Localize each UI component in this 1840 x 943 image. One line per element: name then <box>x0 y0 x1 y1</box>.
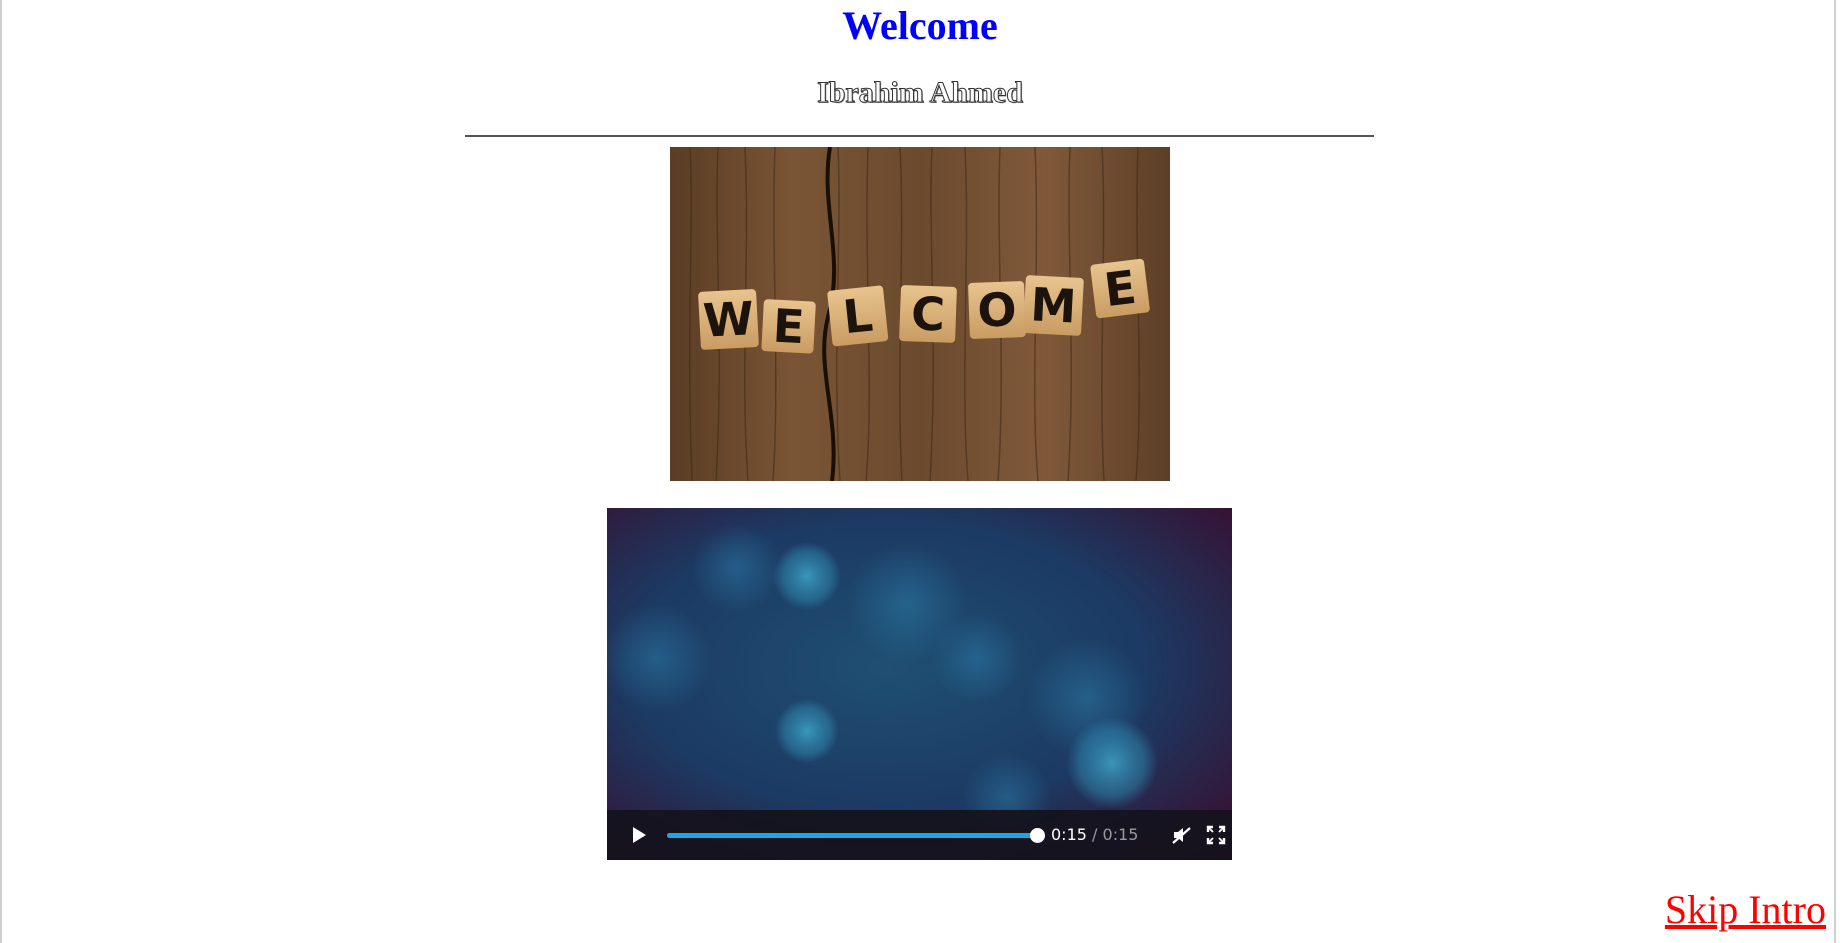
time-display: 0:15 / 0:15 <box>1051 825 1138 845</box>
current-time: 0:15 <box>1051 825 1087 844</box>
welcome-image: W E L C O M E <box>670 147 1170 481</box>
video-player[interactable]: 0:15 / 0:15 <box>607 508 1232 860</box>
video-frame <box>607 508 1232 860</box>
svg-text:E: E <box>1101 260 1139 317</box>
author-name: Ibrahim Ahmed <box>817 76 1024 110</box>
svg-text:M: M <box>1029 277 1078 333</box>
mute-button[interactable] <box>1170 823 1194 847</box>
video-controls: 0:15 / 0:15 <box>607 810 1232 860</box>
svg-text:E: E <box>771 299 805 355</box>
duration: 0:15 <box>1102 825 1139 844</box>
play-button[interactable] <box>626 823 650 847</box>
fullscreen-icon <box>1206 825 1226 845</box>
time-separator: / <box>1092 825 1098 844</box>
svg-text:L: L <box>840 288 875 345</box>
divider <box>465 135 1374 137</box>
progress-thumb[interactable] <box>1030 828 1045 843</box>
muted-speaker-icon <box>1172 827 1191 844</box>
svg-text:O: O <box>976 282 1017 337</box>
svg-text:W: W <box>702 291 756 348</box>
fullscreen-button[interactable] <box>1204 823 1228 847</box>
progress-fill <box>667 833 1037 838</box>
skip-intro-link[interactable]: Skip Intro <box>1665 888 1826 932</box>
play-icon <box>633 827 646 843</box>
progress-bar[interactable] <box>667 828 1045 843</box>
svg-text:C: C <box>910 286 946 341</box>
page-title: Welcome <box>842 3 998 48</box>
